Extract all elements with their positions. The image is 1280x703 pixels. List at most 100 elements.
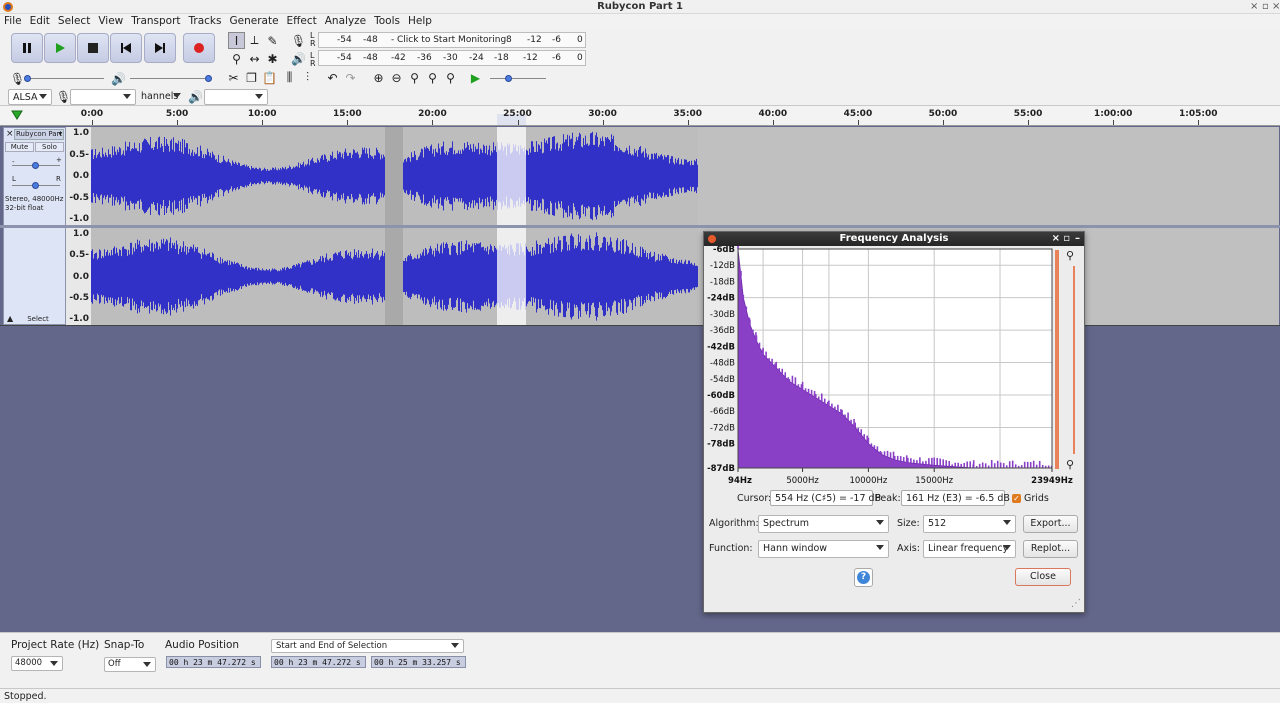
menu-file[interactable]: File: [0, 14, 26, 27]
skip-end-button[interactable]: [144, 33, 176, 63]
ruler-tick-label: 15:00: [332, 109, 362, 119]
axis-select[interactable]: Linear frequency: [923, 540, 1016, 558]
trim-audio-icon[interactable]: ⫼: [281, 69, 298, 86]
grids-checkbox[interactable]: ✓: [1012, 494, 1021, 503]
zoom-in-icon[interactable]: ⊕: [370, 69, 387, 86]
record-meter-mic-icon[interactable]: 🎙: [290, 32, 307, 49]
mute-button[interactable]: Mute: [5, 142, 34, 152]
export-button[interactable]: Export...: [1023, 515, 1078, 533]
menu-analyze[interactable]: Analyze: [321, 14, 370, 27]
function-select[interactable]: Hann window: [758, 540, 889, 558]
zoom-out-icon[interactable]: ⚲: [1066, 458, 1074, 471]
track-name-menu[interactable]: Rubycon Part ▾: [14, 129, 64, 140]
menu-tools[interactable]: Tools: [370, 14, 404, 27]
vertical-zoom-bar[interactable]: [1055, 250, 1059, 469]
selection-region[interactable]: [497, 127, 526, 225]
recording-volume-knob[interactable]: [24, 75, 31, 82]
menu-select[interactable]: Select: [54, 14, 94, 27]
zoom-toggle-icon[interactable]: ⚲: [442, 69, 459, 86]
draw-tool-icon[interactable]: ✎: [264, 32, 281, 49]
track-close-icon[interactable]: ×: [6, 129, 14, 139]
collapse-track-icon[interactable]: ▲: [7, 314, 13, 323]
zoom-out-icon[interactable]: ⊖: [388, 69, 405, 86]
record-meter-tick: 0: [577, 35, 583, 45]
help-button[interactable]: ?: [854, 568, 873, 587]
minimize-icon[interactable]: ×: [1250, 1, 1258, 12]
close-window-icon[interactable]: ×: [1272, 1, 1280, 12]
play-speed-knob[interactable]: [505, 75, 512, 82]
pinned-play-head-icon[interactable]: [11, 110, 23, 120]
audio-position-field[interactable]: 00 h 23 m 47.272 s: [166, 656, 261, 668]
selection-end-field[interactable]: 00 h 25 m 33.257 s: [371, 656, 466, 668]
menu-help[interactable]: Help: [404, 14, 436, 27]
stop-button[interactable]: [77, 33, 109, 63]
pause-button[interactable]: [11, 33, 43, 63]
selection-mode-select[interactable]: Start and End of Selection: [271, 639, 464, 653]
play-button[interactable]: [44, 33, 76, 63]
multi-tool-icon[interactable]: ✱: [264, 50, 281, 67]
undo-icon[interactable]: ↶: [324, 69, 341, 86]
cut-icon[interactable]: ✂: [225, 69, 242, 86]
waveform-channel-2[interactable]: [91, 228, 698, 325]
menu-effect[interactable]: Effect: [283, 14, 321, 27]
dialog-maximize-icon[interactable]: ▫: [1063, 232, 1070, 246]
selection-start-field[interactable]: 00 h 23 m 47.272 s: [271, 656, 366, 668]
fit-project-icon[interactable]: ⚲: [424, 69, 441, 86]
playback-volume-slider[interactable]: [130, 78, 208, 79]
select-track-button[interactable]: Select: [18, 315, 58, 323]
x-axis-label: 10000Hz: [849, 476, 887, 486]
waveform-channel-1[interactable]: [91, 127, 698, 225]
recording-channels-select[interactable]: hannels: [137, 89, 185, 105]
zoom-slider-track[interactable]: [1073, 266, 1075, 454]
record-meter[interactable]: -54 -48 - Click to Start Monitoring 8 -1…: [318, 32, 586, 48]
algorithm-select[interactable]: Spectrum: [758, 515, 889, 533]
redo-icon[interactable]: ↷: [342, 69, 359, 86]
maximize-icon[interactable]: ▫: [1262, 1, 1269, 12]
copy-icon[interactable]: ❐: [243, 69, 260, 86]
zoom-tool-icon[interactable]: ⚲: [228, 50, 245, 67]
play-speed-slider[interactable]: [490, 78, 546, 79]
menu-tracks[interactable]: Tracks: [185, 14, 226, 27]
pan-knob[interactable]: [32, 182, 39, 189]
fit-selection-icon[interactable]: ⚲: [406, 69, 423, 86]
playback-volume-knob[interactable]: [205, 75, 212, 82]
selection-tool-icon[interactable]: I: [228, 32, 245, 49]
project-rate-select[interactable]: 48000: [11, 656, 63, 671]
paste-icon[interactable]: 📋: [261, 69, 278, 86]
timeline-ruler[interactable]: 0:00 5:00 10:00 15:00 20:00 25:00 30:00 35:00 40…: [0, 106, 1280, 126]
timeshift-tool-icon[interactable]: ↔: [246, 50, 263, 67]
envelope-tool-icon[interactable]: ⟂: [246, 32, 263, 49]
dialog-title-bar[interactable]: Frequency Analysis × ▫ –: [704, 232, 1084, 246]
record-button[interactable]: [183, 33, 215, 63]
menu-transport[interactable]: Transport: [127, 14, 184, 27]
menu-view[interactable]: View: [94, 14, 127, 27]
playback-meter[interactable]: -54 -48 -42 -36 -30 -24 -18 -12 -6 0: [318, 50, 586, 66]
dialog-minimize-icon[interactable]: –: [1075, 232, 1080, 246]
close-button[interactable]: Close: [1015, 568, 1071, 586]
replot-button[interactable]: Replot...: [1023, 540, 1078, 558]
size-select[interactable]: 512: [923, 515, 1016, 533]
resize-grip-icon[interactable]: ⋰: [1071, 598, 1081, 609]
snap-to-select[interactable]: Off: [104, 657, 156, 672]
menu-generate[interactable]: Generate: [225, 14, 282, 27]
recording-device-select[interactable]: [70, 89, 136, 105]
record-meter-prompt[interactable]: Click to Start Monitoring: [397, 35, 506, 45]
audio-host-select[interactable]: ALSA: [8, 89, 52, 105]
dialog-close-icon[interactable]: ×: [1052, 232, 1060, 246]
menu-edit[interactable]: Edit: [26, 14, 54, 27]
gain-knob[interactable]: [32, 162, 39, 169]
playback-meter-speaker-icon[interactable]: 🔊: [290, 50, 307, 67]
skip-start-button[interactable]: [110, 33, 142, 63]
silence-audio-icon[interactable]: ⫶: [299, 69, 316, 86]
zoom-in-icon[interactable]: ⚲: [1066, 249, 1074, 262]
spectrum-plot[interactable]: -6dB -12dB -18dB -24dB -30dB -36dB -42dB -48dB -…: [704, 246, 1084, 486]
grids-label: Grids: [1024, 493, 1049, 504]
solo-button[interactable]: Solo: [35, 142, 64, 152]
playback-device-select[interactable]: [204, 89, 268, 105]
y-axis-label: -66dB: [710, 407, 735, 417]
recording-volume-slider[interactable]: [28, 78, 104, 79]
play-at-speed-icon[interactable]: ▶: [467, 69, 484, 86]
y-axis-label: -24dB: [707, 294, 735, 304]
track-bit-info: 32-bit float: [5, 204, 44, 212]
selection-region[interactable]: [497, 228, 526, 325]
